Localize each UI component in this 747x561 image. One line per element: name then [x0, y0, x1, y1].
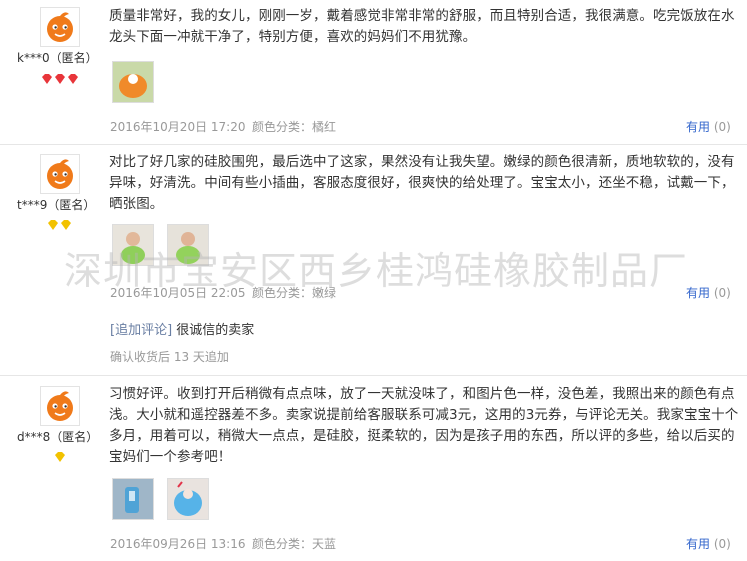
- review-item: k***0（匿名） 质量非常好，我的女儿，刚刚一岁，戴着感觉非常非常的舒服，而且…: [0, 0, 747, 145]
- avatar[interactable]: [40, 154, 80, 194]
- useful-button[interactable]: 有用 (0): [686, 284, 731, 301]
- review-content: 质量非常好，我的女儿，刚刚一岁，戴着感觉非常非常的舒服，而且特别合适，我很满意。…: [109, 8, 735, 45]
- avatar[interactable]: [40, 7, 80, 47]
- additional-review: [追加评论] 很诚信的卖家: [110, 319, 254, 338]
- review-meta: 2016年10月05日 22:05 颜色分类：嫩绿: [110, 284, 336, 301]
- useful-button[interactable]: 有用 (0): [686, 535, 731, 552]
- additional-review-tag: [追加评论]: [110, 323, 173, 338]
- useful-count: (0): [713, 120, 731, 134]
- review-date: 2016年10月20日 17:20: [110, 120, 246, 134]
- review-photo[interactable]: [112, 61, 154, 103]
- reviewer-nickname: k***0（匿名）: [17, 51, 98, 65]
- avatar[interactable]: [40, 386, 80, 426]
- review-photo[interactable]: [167, 224, 209, 266]
- additional-review-text: 很诚信的卖家: [176, 323, 255, 338]
- additional-review-time: 确认收货后 13 天追加: [110, 350, 229, 364]
- buyer-level-badge: [53, 448, 67, 462]
- review-date: 2016年09月26日 13:16: [110, 537, 246, 551]
- buyer-level-badge: [40, 70, 80, 84]
- useful-count: (0): [713, 537, 731, 551]
- reviewer-nickname: t***9（匿名）: [17, 198, 96, 212]
- review-item: t***9（匿名） 对比了好几家的硅胶围兜，最后选中了这家，果然没有让我失望。嫩…: [0, 145, 747, 376]
- useful-count: (0): [713, 286, 731, 300]
- sku-color: 颜色分类：橘红: [252, 120, 337, 134]
- review-date: 2016年10月05日 22:05: [110, 286, 246, 300]
- review-content: 习惯好评。收到打开后稍微有点点味，放了一天就没味了，和图片色一样，没色差，我照出…: [109, 386, 739, 465]
- sku-color: 颜色分类：天蓝: [252, 537, 337, 551]
- useful-label[interactable]: 有用: [686, 286, 710, 300]
- buyer-level-badge: [46, 216, 74, 230]
- useful-label[interactable]: 有用: [686, 120, 710, 134]
- review-photo[interactable]: [112, 478, 154, 520]
- useful-button[interactable]: 有用 (0): [686, 118, 731, 135]
- useful-label[interactable]: 有用: [686, 537, 710, 551]
- sku-color: 颜色分类：嫩绿: [252, 286, 337, 300]
- review-item: d***8（匿名） 习惯好评。收到打开后稍微有点点味，放了一天就没味了，和图片色…: [0, 376, 747, 561]
- review-meta: 2016年09月26日 13:16 颜色分类：天蓝: [110, 535, 336, 552]
- review-content: 对比了好几家的硅胶围兜，最后选中了这家，果然没有让我失望。嫩绿的颜色很清新，质地…: [109, 154, 735, 212]
- reviewer-nickname: d***8（匿名）: [17, 430, 99, 444]
- review-meta: 2016年10月20日 17:20 颜色分类：橘红: [110, 118, 336, 135]
- review-photo[interactable]: [112, 224, 154, 266]
- review-photo[interactable]: [167, 478, 209, 520]
